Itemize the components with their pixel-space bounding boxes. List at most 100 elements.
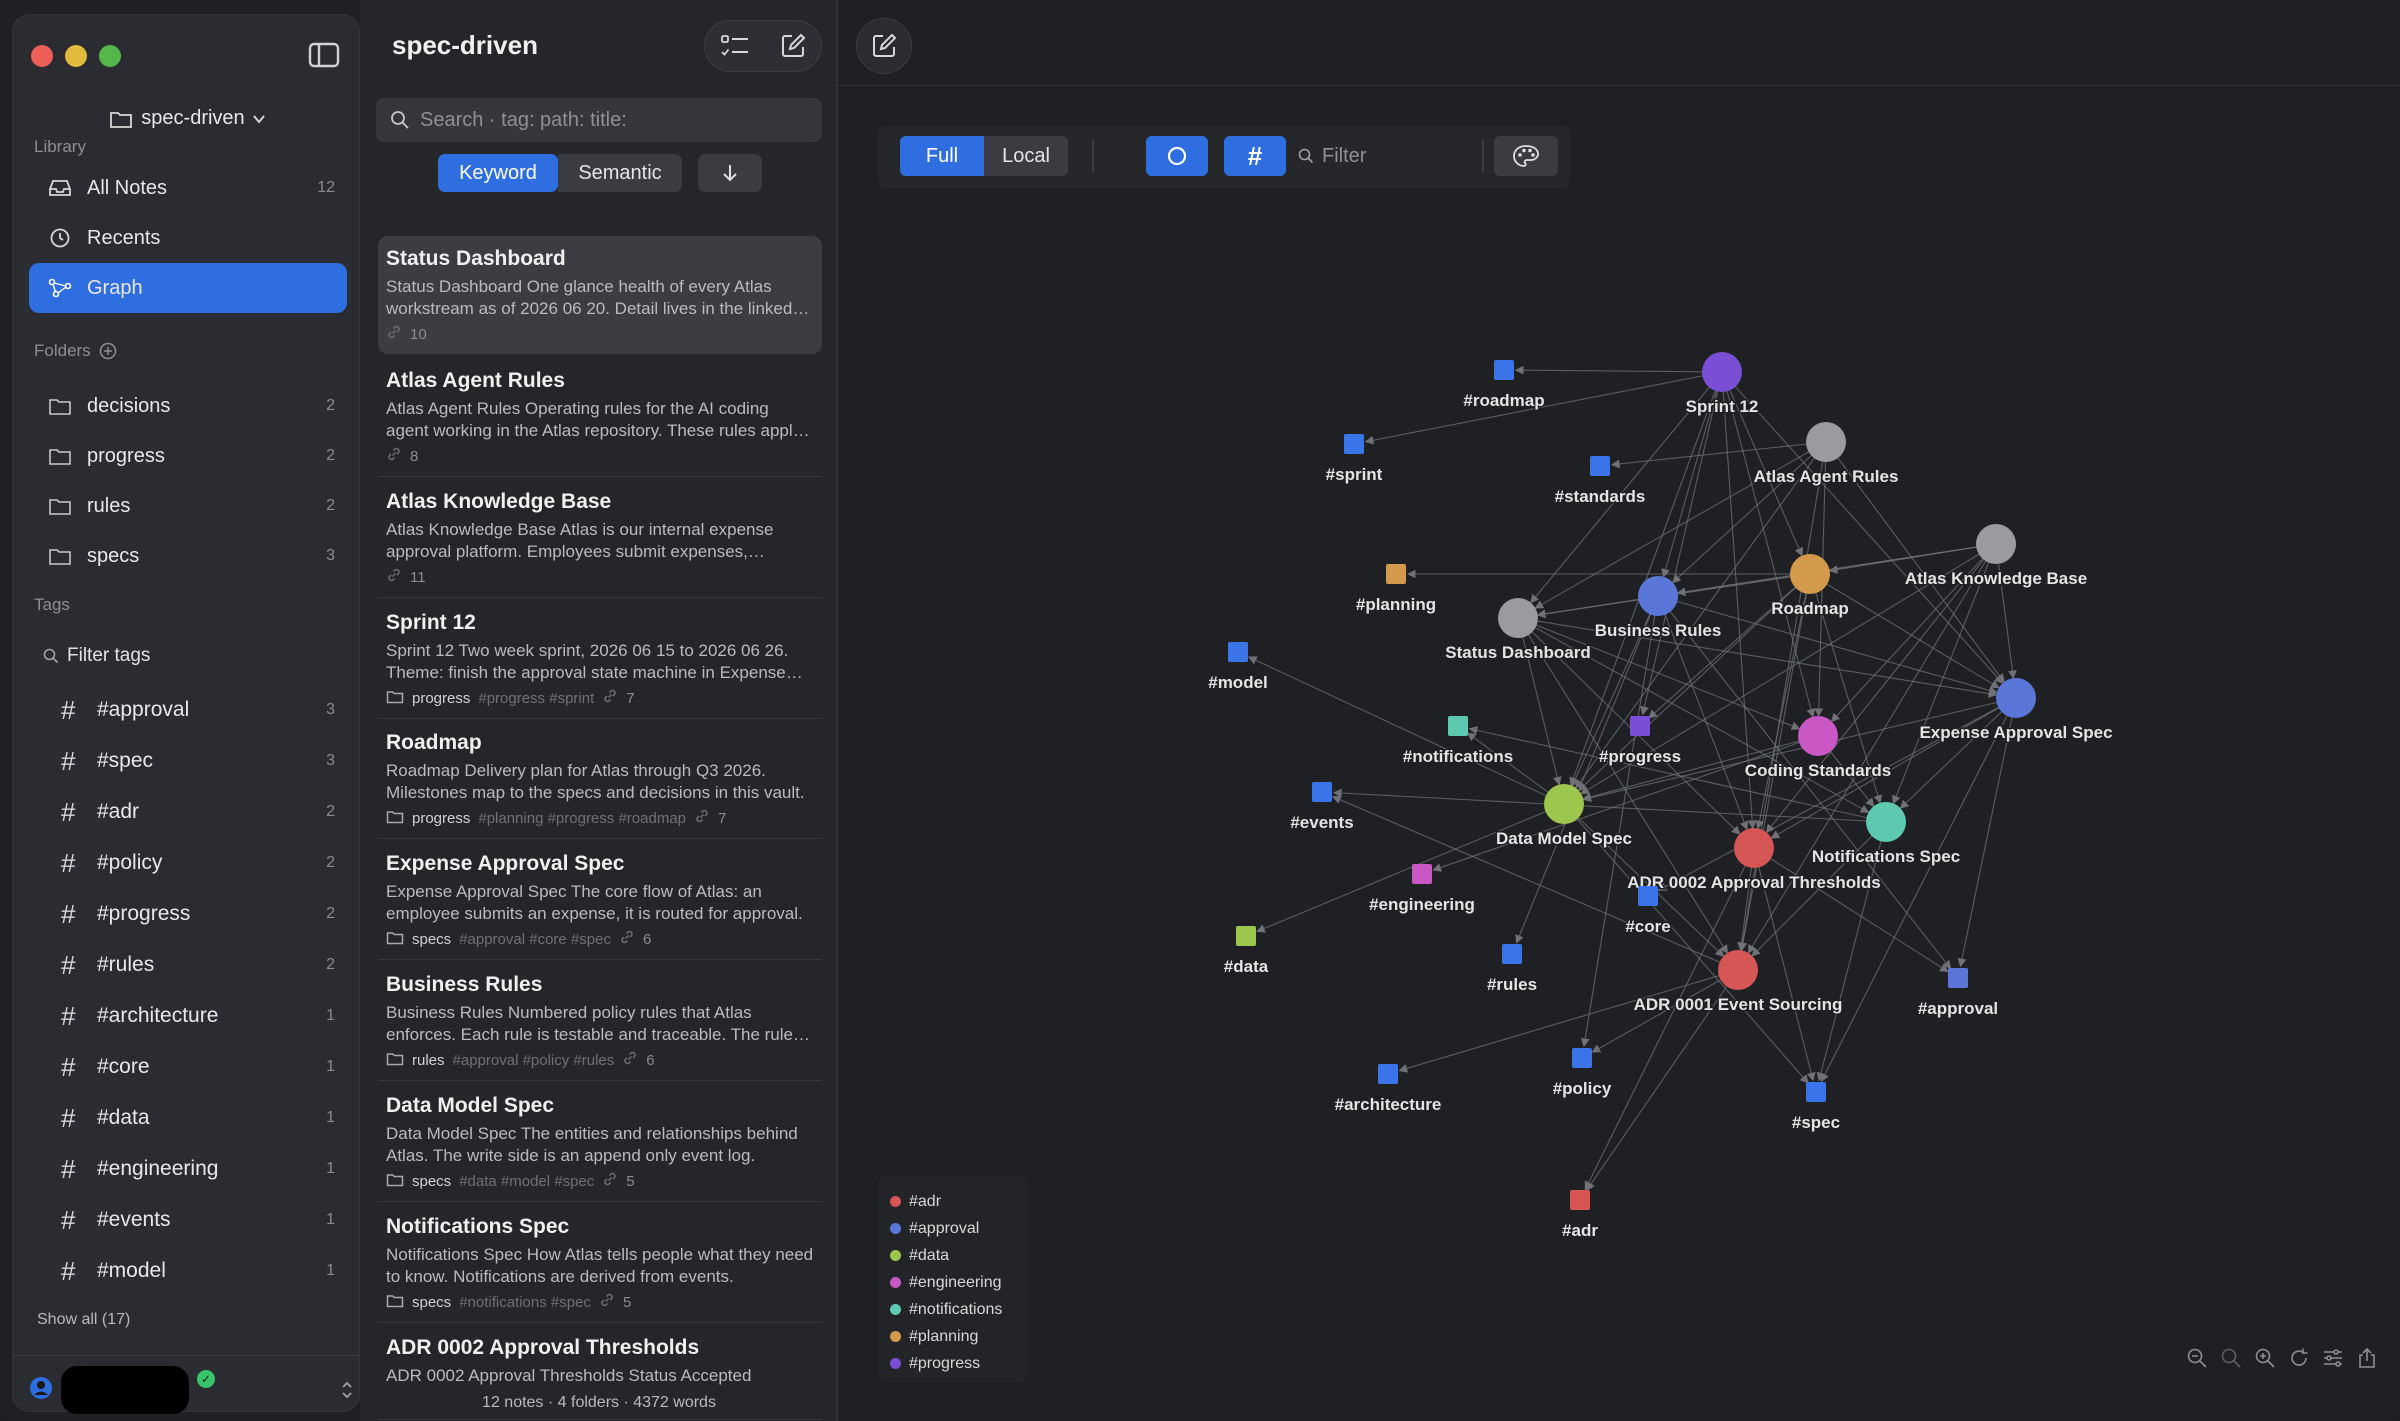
nav-graph[interactable]: Graph — [29, 263, 347, 313]
tag-item[interactable]: # #spec 3 — [29, 738, 347, 784]
tag-square[interactable] — [1228, 642, 1248, 662]
note-circle[interactable] — [1996, 678, 2036, 718]
graph-tag-node[interactable]: #rules — [1485, 944, 1539, 996]
tag-square[interactable] — [1630, 716, 1650, 736]
graph-tag-node[interactable]: #data — [1222, 926, 1270, 978]
tag-square[interactable] — [1386, 564, 1406, 584]
note-circle[interactable] — [1798, 716, 1838, 756]
refresh-icon[interactable] — [2288, 1347, 2310, 1369]
tag-square[interactable] — [1494, 360, 1514, 380]
graph-note-node[interactable]: Roadmap — [1770, 554, 1850, 620]
graph-tag-node[interactable]: #approval — [1916, 968, 2000, 1020]
tag-item[interactable]: # #progress 2 — [29, 891, 347, 937]
tag-square[interactable] — [1448, 716, 1468, 736]
show-tags-toggle[interactable]: # — [1224, 136, 1286, 176]
tag-square[interactable] — [1378, 1064, 1398, 1084]
tag-item[interactable]: # #data 1 — [29, 1095, 347, 1141]
local-graph-button[interactable]: Local — [984, 136, 1068, 176]
folder-specs[interactable]: specs 3 — [29, 531, 347, 581]
note-circle[interactable] — [1976, 524, 2016, 564]
folder-rules[interactable]: rules 2 — [29, 481, 347, 531]
graph-tag-node[interactable]: #notifications — [1401, 716, 1515, 768]
sidebar-toggle-icon[interactable] — [307, 41, 341, 69]
note-list-item[interactable]: Data Model Spec Data Model Spec The entit… — [378, 1083, 822, 1202]
tag-square[interactable] — [1236, 926, 1256, 946]
graph-canvas[interactable]: Sprint 12 Atlas Agent Rules Atlas Knowledg… — [838, 0, 2400, 1421]
note-circle[interactable] — [1866, 802, 1906, 842]
folder-decisions[interactable]: decisions 2 — [29, 381, 347, 431]
note-circle[interactable] — [1702, 352, 1742, 392]
tag-item[interactable]: # #model 1 — [29, 1248, 347, 1294]
graph-note-node[interactable]: Status Dashboard — [1444, 598, 1592, 664]
graph-tag-node[interactable]: #sprint — [1324, 434, 1384, 486]
note-circle[interactable] — [1806, 422, 1846, 462]
note-circle[interactable] — [1544, 784, 1584, 824]
note-circle[interactable] — [1498, 598, 1538, 638]
note-list-item[interactable]: Atlas Knowledge Base Atlas Knowledge Base… — [378, 479, 822, 598]
tag-item[interactable]: # #policy 2 — [29, 840, 347, 886]
tag-item[interactable]: # #adr 2 — [29, 789, 347, 835]
color-groups-button[interactable] — [1494, 136, 1558, 176]
settings-sliders-icon[interactable] — [2322, 1347, 2344, 1369]
note-circle[interactable] — [1718, 950, 1758, 990]
note-list-item[interactable]: Sprint 12 Sprint 12 Two week sprint, 2026… — [378, 600, 822, 719]
vault-picker[interactable]: spec-driven — [13, 107, 361, 130]
note-list-item[interactable]: Status Dashboard Status Dashboard One gla… — [378, 236, 822, 354]
graph-tag-node[interactable]: #model — [1207, 642, 1269, 694]
chevron-updown-icon[interactable] — [341, 1380, 353, 1400]
tag-item[interactable]: # #rules 2 — [29, 942, 347, 988]
graph-note-node[interactable]: ADR 0001 Event Sourcing — [1632, 950, 1844, 1016]
graph-tag-node[interactable]: #roadmap — [1462, 360, 1546, 412]
full-graph-button[interactable]: Full — [900, 136, 984, 176]
tag-item[interactable]: # #events 1 — [29, 1197, 347, 1243]
graph-note-node[interactable]: Coding Standards — [1743, 716, 1893, 782]
graph-tag-node[interactable]: #policy — [1551, 1048, 1613, 1100]
show-notes-toggle[interactable] — [1146, 136, 1208, 176]
graph-filter-input[interactable]: Filter — [1298, 136, 1498, 176]
note-list-item[interactable]: Notifications Spec Notifications Spec How… — [378, 1204, 822, 1323]
graph-tag-node[interactable]: #adr — [1561, 1190, 1600, 1242]
tag-square[interactable] — [1572, 1048, 1592, 1068]
share-icon[interactable] — [2356, 1347, 2378, 1369]
compose-icon[interactable] — [779, 32, 807, 60]
graph-note-node[interactable]: Data Model Spec — [1494, 784, 1634, 850]
note-circle[interactable] — [1790, 554, 1830, 594]
note-list-item[interactable]: Atlas Agent Rules Atlas Agent Rules Opera… — [378, 358, 822, 477]
zoom-out-icon[interactable] — [2186, 1347, 2208, 1369]
zoom-fit-icon[interactable] — [2220, 1347, 2242, 1369]
tag-square[interactable] — [1344, 434, 1364, 454]
tag-square[interactable] — [1412, 864, 1432, 884]
folder-progress[interactable]: progress 2 — [29, 431, 347, 481]
zoom-in-icon[interactable] — [2254, 1347, 2276, 1369]
tag-item[interactable]: # #architecture 1 — [29, 993, 347, 1039]
note-list-item[interactable]: Expense Approval Spec Expense Approval Sp… — [378, 841, 822, 960]
tag-item[interactable]: # #core 1 — [29, 1044, 347, 1090]
graph-note-node[interactable]: Sprint 12 — [1684, 352, 1760, 418]
nav-all-notes[interactable]: All Notes 12 — [29, 163, 347, 213]
keyword-mode-button[interactable]: Keyword — [438, 154, 558, 192]
tag-square[interactable] — [1312, 782, 1332, 802]
graph-tag-node[interactable]: #engineering — [1368, 864, 1476, 916]
graph-tag-node[interactable]: #architecture — [1333, 1064, 1443, 1116]
note-circle[interactable] — [1734, 828, 1774, 868]
nav-recents[interactable]: Recents — [29, 213, 347, 263]
tag-square[interactable] — [1806, 1082, 1826, 1102]
account-row[interactable]: ✓ — [13, 1355, 361, 1414]
tag-square[interactable] — [1590, 456, 1610, 476]
graph-tag-node[interactable]: #events — [1289, 782, 1355, 834]
tag-item[interactable]: # #engineering 1 — [29, 1146, 347, 1192]
tag-square[interactable] — [1638, 886, 1658, 906]
minimize-window-button[interactable] — [65, 45, 87, 67]
sort-button[interactable] — [698, 154, 762, 192]
graph-note-node[interactable]: Atlas Knowledge Base — [1903, 524, 2089, 590]
note-list-item[interactable]: Business Rules Business Rules Numbered po… — [378, 962, 822, 1081]
note-circle[interactable] — [1638, 576, 1678, 616]
graph-note-node[interactable]: Business Rules — [1593, 576, 1723, 642]
graph-tag-node[interactable]: #planning — [1354, 564, 1438, 616]
tag-square[interactable] — [1502, 944, 1522, 964]
graph-tag-node[interactable]: #core — [1624, 886, 1672, 938]
filter-tags-input[interactable]: Filter tags — [43, 645, 150, 667]
search-input[interactable]: Search · tag: path: title: — [376, 98, 822, 142]
close-window-button[interactable] — [31, 45, 53, 67]
show-all-tags-link[interactable]: Show all (17) — [37, 1311, 130, 1329]
